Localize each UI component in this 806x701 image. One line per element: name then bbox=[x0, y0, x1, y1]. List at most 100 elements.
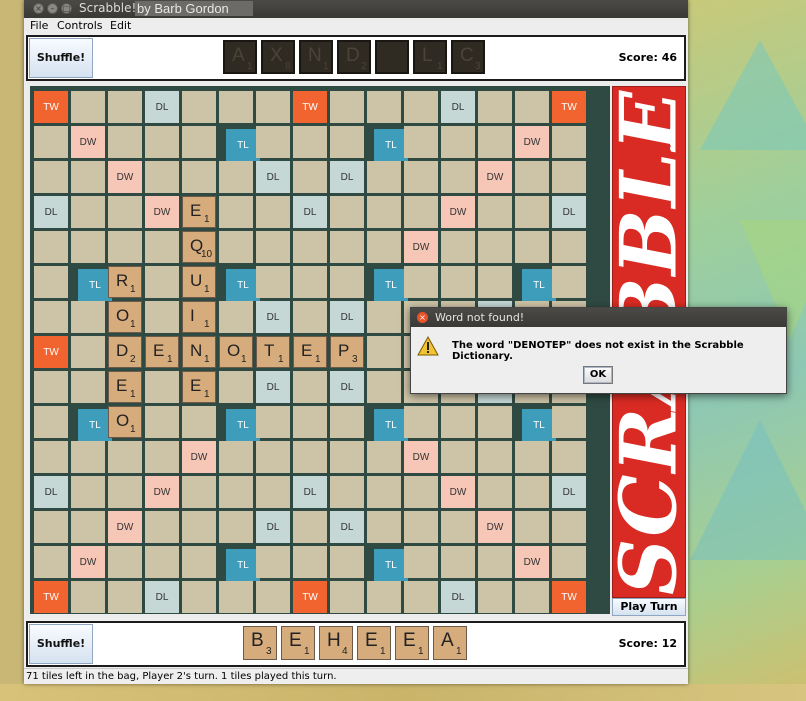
board-square-tw[interactable]: TW bbox=[34, 581, 68, 613]
board-square-tl[interactable]: TL bbox=[374, 549, 408, 581]
board-square[interactable] bbox=[71, 371, 105, 403]
board-square-dl[interactable]: DL bbox=[441, 91, 475, 123]
rack-tile[interactable]: A1 bbox=[223, 40, 257, 74]
board-square[interactable] bbox=[552, 406, 586, 438]
board-square[interactable] bbox=[182, 476, 216, 508]
board-square[interactable] bbox=[367, 336, 401, 368]
board-square-dl[interactable]: DL bbox=[256, 371, 290, 403]
board-square-dw[interactable]: DW bbox=[478, 161, 512, 193]
board-tile[interactable]: D2 bbox=[108, 336, 142, 368]
board-square[interactable] bbox=[256, 231, 290, 263]
board-square[interactable] bbox=[293, 301, 327, 333]
board-square[interactable] bbox=[404, 511, 438, 543]
rack-tile[interactable]: E1 bbox=[357, 626, 391, 660]
board-square-dl[interactable]: DL bbox=[330, 371, 364, 403]
board-tile[interactable]: U1 bbox=[182, 266, 216, 298]
board-square-dw[interactable]: DW bbox=[404, 441, 438, 473]
board-square-dl[interactable]: DL bbox=[552, 196, 586, 228]
board-square-dl[interactable]: DL bbox=[330, 301, 364, 333]
board-tile[interactable]: E1 bbox=[182, 196, 216, 228]
board-square[interactable] bbox=[330, 266, 364, 298]
board-square[interactable] bbox=[330, 476, 364, 508]
board-square[interactable] bbox=[34, 371, 68, 403]
board-square[interactable] bbox=[552, 266, 586, 298]
board-square[interactable] bbox=[71, 441, 105, 473]
board-square[interactable] bbox=[515, 91, 549, 123]
board-square[interactable] bbox=[219, 476, 253, 508]
board-square[interactable] bbox=[515, 441, 549, 473]
board-square[interactable] bbox=[367, 476, 401, 508]
board-square[interactable] bbox=[367, 161, 401, 193]
board-square[interactable] bbox=[441, 406, 475, 438]
board-square-tl[interactable]: TL bbox=[374, 129, 408, 161]
board-square-tw[interactable]: TW bbox=[552, 91, 586, 123]
board-square-dl[interactable]: DL bbox=[293, 476, 327, 508]
board-square[interactable] bbox=[71, 91, 105, 123]
board-square[interactable] bbox=[71, 161, 105, 193]
maximize-window-button[interactable]: □ bbox=[61, 3, 72, 14]
board-square[interactable] bbox=[71, 301, 105, 333]
board-square[interactable] bbox=[71, 581, 105, 613]
board-tile[interactable]: E1 bbox=[145, 336, 179, 368]
board-square-dl[interactable]: DL bbox=[145, 581, 179, 613]
shuffle-button-top[interactable]: Shuffle! bbox=[29, 38, 93, 78]
board-square[interactable] bbox=[404, 161, 438, 193]
board-square[interactable] bbox=[256, 581, 290, 613]
rack-tile[interactable]: D2 bbox=[337, 40, 371, 74]
board-square[interactable] bbox=[34, 546, 68, 578]
board-square[interactable] bbox=[293, 441, 327, 473]
board-square[interactable] bbox=[145, 441, 179, 473]
board-tile[interactable]: T1 bbox=[256, 336, 290, 368]
board-square[interactable] bbox=[367, 371, 401, 403]
board-square[interactable] bbox=[293, 406, 327, 438]
board-square[interactable] bbox=[71, 476, 105, 508]
board-square[interactable] bbox=[515, 476, 549, 508]
board-square[interactable] bbox=[552, 126, 586, 158]
board-square-dw[interactable]: DW bbox=[145, 196, 179, 228]
board-square[interactable] bbox=[404, 581, 438, 613]
board-tile[interactable]: R1 bbox=[108, 266, 142, 298]
board-square-dl[interactable]: DL bbox=[34, 476, 68, 508]
rack-tile[interactable] bbox=[375, 40, 409, 74]
board-square[interactable] bbox=[71, 511, 105, 543]
board-square[interactable] bbox=[219, 91, 253, 123]
board-square[interactable] bbox=[367, 511, 401, 543]
board-square[interactable] bbox=[478, 441, 512, 473]
dialog-close-icon[interactable]: × bbox=[417, 312, 428, 323]
board-tile[interactable]: E1 bbox=[108, 371, 142, 403]
board-square[interactable] bbox=[478, 476, 512, 508]
board-square[interactable] bbox=[330, 546, 364, 578]
board-square[interactable] bbox=[330, 406, 364, 438]
board-tile[interactable]: O1 bbox=[108, 301, 142, 333]
board-square[interactable] bbox=[256, 406, 290, 438]
board-square[interactable] bbox=[552, 161, 586, 193]
board-square[interactable] bbox=[441, 511, 475, 543]
board-square-tl[interactable]: TL bbox=[78, 269, 112, 301]
board-square[interactable] bbox=[145, 371, 179, 403]
board-square[interactable] bbox=[219, 371, 253, 403]
board-square[interactable] bbox=[145, 301, 179, 333]
board-square[interactable] bbox=[34, 441, 68, 473]
board-square[interactable] bbox=[367, 441, 401, 473]
board-square[interactable] bbox=[256, 266, 290, 298]
board-square[interactable] bbox=[404, 196, 438, 228]
board-square[interactable] bbox=[256, 196, 290, 228]
board-square[interactable] bbox=[330, 91, 364, 123]
board-square-dl[interactable]: DL bbox=[256, 161, 290, 193]
board-square[interactable] bbox=[219, 161, 253, 193]
menu-file[interactable]: File bbox=[30, 19, 48, 32]
board-square[interactable] bbox=[478, 546, 512, 578]
board-square[interactable] bbox=[256, 91, 290, 123]
board-square[interactable] bbox=[219, 441, 253, 473]
board-square[interactable] bbox=[108, 546, 142, 578]
board-square[interactable] bbox=[108, 126, 142, 158]
board-square[interactable] bbox=[478, 266, 512, 298]
board-square-dl[interactable]: DL bbox=[256, 301, 290, 333]
board-tile[interactable]: P3 bbox=[330, 336, 364, 368]
rack-tile[interactable]: N1 bbox=[299, 40, 333, 74]
board-square-dl[interactable]: DL bbox=[293, 196, 327, 228]
board-square[interactable] bbox=[219, 511, 253, 543]
board-square[interactable] bbox=[330, 581, 364, 613]
board-square[interactable] bbox=[441, 546, 475, 578]
board-square[interactable] bbox=[256, 546, 290, 578]
